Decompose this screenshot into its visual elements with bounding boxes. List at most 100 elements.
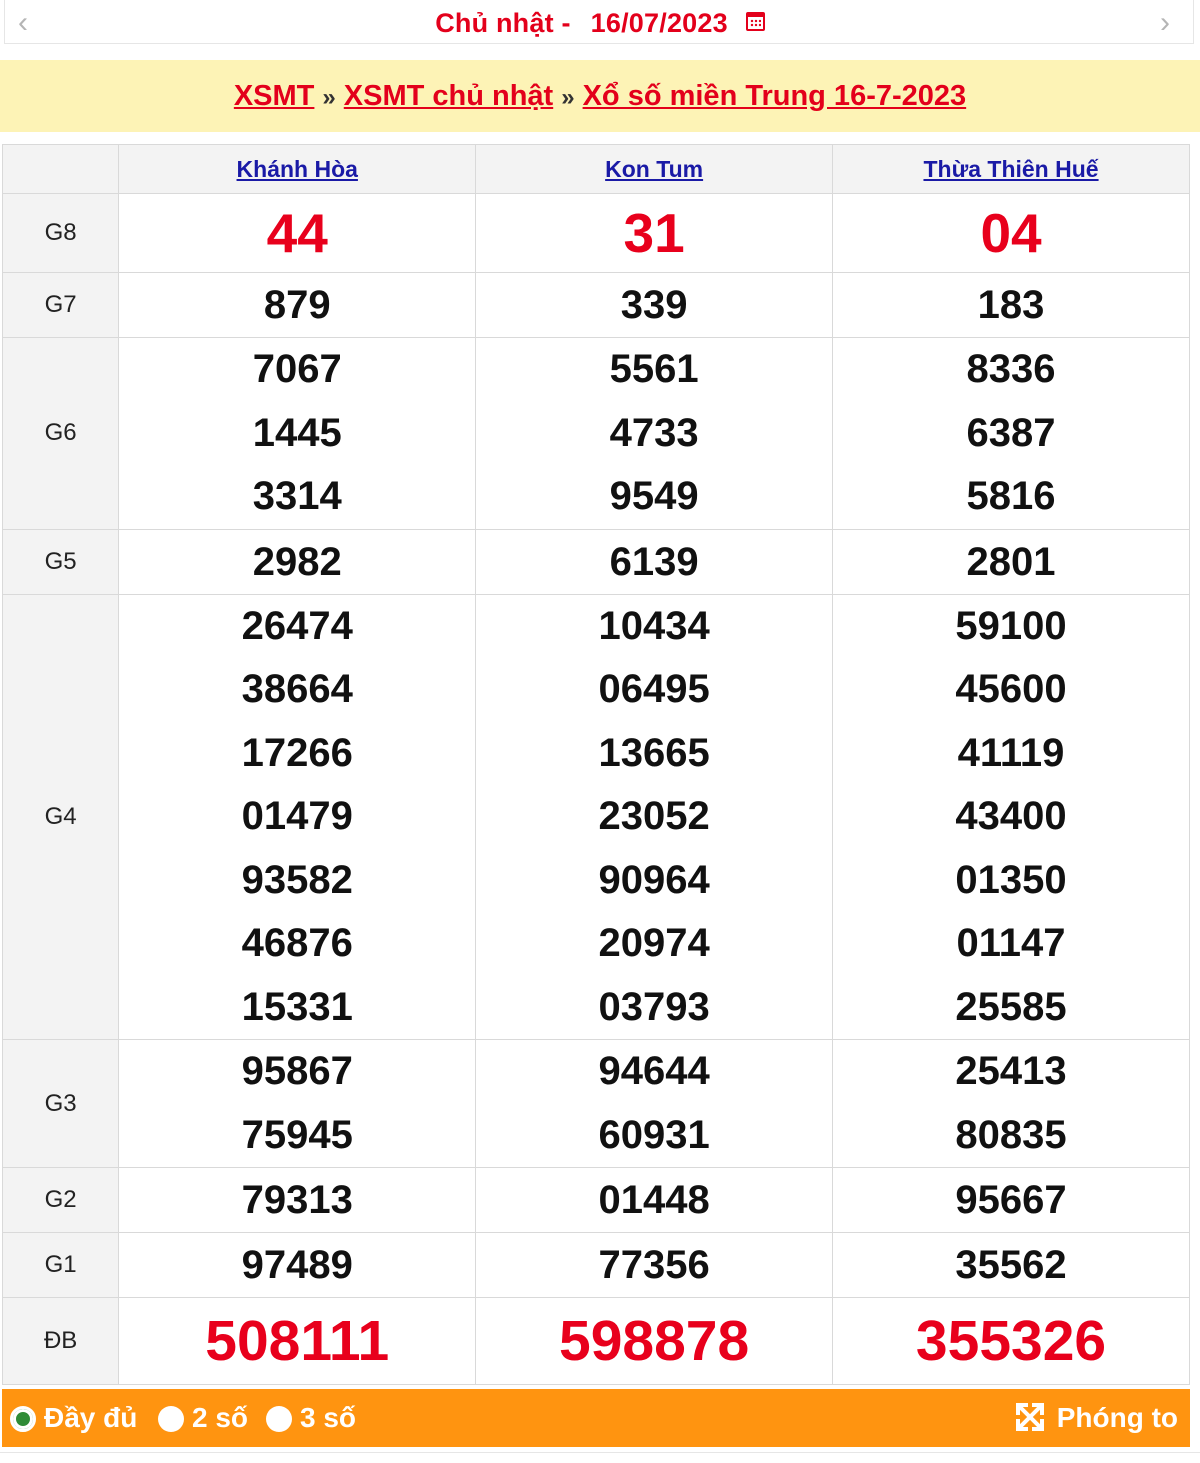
prize-number: 03793 xyxy=(598,984,710,1029)
prize-number: 2801 xyxy=(966,539,1056,584)
draw-day: Chủ nhật - xyxy=(435,8,571,38)
radio-checked-icon[interactable] xyxy=(10,1406,36,1432)
prize-number: 5561 xyxy=(609,347,699,391)
prize-number: 339 xyxy=(620,283,688,327)
prize-cell: 31 xyxy=(475,193,834,273)
display-options-bar: Đầy đủ 2 số 3 số Phóng to xyxy=(2,1389,1190,1447)
radio-unchecked-icon[interactable] xyxy=(266,1406,292,1432)
prize-label: G5 xyxy=(1,528,120,595)
prize-number: 59100 xyxy=(955,603,1067,648)
breadcrumb: XSMT » XSMT chủ nhật » Xổ số miền Trung 16-7… xyxy=(0,78,1200,116)
prize-label: G1 xyxy=(1,1232,120,1298)
prize-number: 17266 xyxy=(241,730,353,775)
prize-number: 95867 xyxy=(241,1049,353,1093)
prize-cell: 339 xyxy=(475,272,834,338)
province-header: Kon Tum xyxy=(475,144,834,194)
option-full[interactable]: Đầy đủ xyxy=(10,1400,137,1436)
prize-number: 1445 xyxy=(252,410,342,455)
prize-label: G7 xyxy=(1,272,120,338)
draw-date-value: 16/07/2023 xyxy=(590,8,728,38)
prize-number: 9549 xyxy=(609,474,699,518)
prize-number: 879 xyxy=(263,283,331,327)
prize-number: 7067 xyxy=(252,347,342,391)
prize-label: G2 xyxy=(1,1167,120,1233)
prize-number: 23052 xyxy=(598,794,710,838)
prize-number: 3314 xyxy=(252,474,342,518)
bottom-divider xyxy=(0,1452,1200,1463)
province-link-khanh-hoa[interactable]: Khánh Hòa xyxy=(237,156,358,182)
option-two-label: 2 số xyxy=(192,1402,249,1433)
chevron-right-icon[interactable]: › xyxy=(1152,8,1178,38)
prize-number: 25585 xyxy=(955,984,1067,1029)
prize-label: G3 xyxy=(1,1039,120,1168)
zoom-button[interactable]: Phóng to xyxy=(1015,1400,1178,1436)
prize-cell: 44 xyxy=(118,193,477,273)
draw-date: Chủ nhật - 16/07/2023 xyxy=(0,6,1200,40)
prize-cell: 25413 80835 xyxy=(832,1039,1190,1168)
prize-number: 04 xyxy=(980,202,1042,264)
prize-number: 41119 xyxy=(957,730,1065,775)
province-header: Thừa Thiên Huế xyxy=(832,144,1190,194)
prize-cell: 01448 xyxy=(475,1167,834,1233)
calendar-icon[interactable] xyxy=(745,12,765,31)
table-row: G2 79313 01448 95667 xyxy=(1,1167,1190,1233)
prize-cell: 355326 xyxy=(832,1297,1190,1385)
prize-cell: 97489 xyxy=(118,1232,477,1298)
date-navigation-bar: ‹ Chủ nhật -16/07/2023 › xyxy=(0,0,1200,50)
results-table: Khánh Hòa Kon Tum Thừa Thiên Huế G8 44 31 0… xyxy=(1,144,1190,1385)
prize-number: 01350 xyxy=(955,857,1067,902)
table-row: G7 879 339 183 xyxy=(1,272,1190,338)
prize-cell: 95667 xyxy=(832,1167,1190,1233)
prize-number: 8336 xyxy=(966,347,1056,391)
prize-number: 79313 xyxy=(241,1178,353,1222)
prize-number: 2982 xyxy=(252,539,342,584)
prize-cell: 94644 60931 xyxy=(475,1039,834,1168)
province-link-thua-thien-hue[interactable]: Thừa Thiên Huế xyxy=(923,156,1098,182)
prize-number: 01448 xyxy=(598,1178,710,1222)
breadcrumb-xsmt-sunday[interactable]: XSMT chủ nhật xyxy=(344,80,553,112)
prize-number: 508111 xyxy=(205,1309,390,1373)
prize-cell: 10434 06495 13665 23052 90964 20974 03793 xyxy=(475,593,834,1040)
prize-number: 10434 xyxy=(598,603,710,648)
prize-number: 598878 xyxy=(559,1309,750,1373)
prize-number: 38664 xyxy=(241,667,353,711)
prize-cell: 508111 xyxy=(118,1297,477,1385)
breadcrumb-xsmt[interactable]: XSMT xyxy=(234,80,315,112)
prize-cell: 79313 xyxy=(118,1167,477,1233)
table-row: G6 7067 1445 3314 5561 4733 9549 8336 6387 5816 xyxy=(1,337,1190,530)
prize-number: 25413 xyxy=(955,1049,1067,1093)
prize-cell: 7067 1445 3314 xyxy=(118,337,477,530)
header-empty-cell xyxy=(1,144,120,194)
prize-cell: 35562 xyxy=(832,1232,1190,1298)
prize-number: 90964 xyxy=(598,857,710,902)
prize-cell: 5561 4733 9549 xyxy=(475,337,834,530)
prize-number: 77356 xyxy=(598,1243,710,1287)
prize-number: 60931 xyxy=(598,1112,710,1157)
prize-cell: 8336 6387 5816 xyxy=(832,337,1190,530)
prize-cell: 04 xyxy=(832,193,1190,273)
breadcrumb-current-draw[interactable]: Xổ số miền Trung 16-7-2023 xyxy=(583,80,967,112)
prize-number: 95667 xyxy=(955,1178,1067,1222)
prize-cell: 183 xyxy=(832,272,1190,338)
radio-unchecked-icon[interactable] xyxy=(158,1406,184,1432)
table-row: G3 95867 75945 94644 60931 25413 80835 xyxy=(1,1039,1190,1168)
prize-cell: 95867 75945 xyxy=(118,1039,477,1168)
prize-number: 45600 xyxy=(955,667,1067,711)
prize-cell: 26474 38664 17266 01479 93582 46876 15331 xyxy=(118,593,477,1040)
option-three-digits[interactable]: 3 số xyxy=(266,1400,356,1436)
prize-label: G4 xyxy=(1,593,120,1040)
prize-number: 15331 xyxy=(241,984,353,1029)
province-link-kon-tum[interactable]: Kon Tum xyxy=(605,156,703,182)
prize-cell: 2801 xyxy=(832,528,1190,595)
table-row: G4 26474 38664 17266 01479 93582 46876 15331 104… xyxy=(1,593,1190,1040)
option-two-digits[interactable]: 2 số xyxy=(158,1400,248,1436)
prize-label: G8 xyxy=(1,193,120,273)
province-header: Khánh Hòa xyxy=(118,144,477,194)
prize-number: 4733 xyxy=(609,410,699,455)
prize-cell: 598878 xyxy=(475,1297,834,1385)
prize-number: 6139 xyxy=(609,539,699,584)
prize-cell: 879 xyxy=(118,272,477,338)
table-row: G8 44 31 04 xyxy=(1,193,1190,273)
option-three-label: 3 số xyxy=(300,1402,357,1433)
prize-number: 31 xyxy=(623,202,685,264)
